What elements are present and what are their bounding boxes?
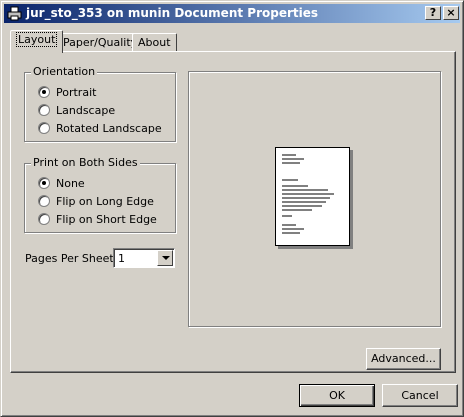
tab-about[interactable]: About <box>132 33 177 53</box>
radio-none-label: None <box>56 176 85 190</box>
radio-landscape-indicator[interactable] <box>38 104 50 116</box>
document-properties-window: jur_sto_353 on munin Document Properties… <box>0 0 464 417</box>
radio-none[interactable]: None <box>38 176 85 190</box>
printer-icon <box>7 6 22 21</box>
tab-paper-quality[interactable]: Paper/Quality <box>57 33 144 53</box>
radio-flip-long-edge-indicator[interactable] <box>38 195 50 207</box>
radio-flip-long-edge-label: Flip on Long Edge <box>56 194 154 208</box>
tab-layout[interactable]: Layout <box>10 30 64 53</box>
tab-about-label: About <box>138 36 171 49</box>
cancel-button[interactable]: Cancel <box>382 384 458 407</box>
tab-paper-quality-label: Paper/Quality <box>63 36 138 49</box>
close-button[interactable]: × <box>443 6 459 20</box>
radio-portrait-label: Portrait <box>56 85 97 99</box>
pages-per-sheet-value: 1 <box>118 252 125 265</box>
radio-landscape[interactable]: Landscape <box>38 103 115 117</box>
radio-landscape-label: Landscape <box>56 103 116 117</box>
radio-flip-short-edge[interactable]: Flip on Short Edge <box>38 212 157 226</box>
advanced-button[interactable]: Advanced... <box>366 348 441 370</box>
orientation-group: Orientation Portrait Landscape Rotated L… <box>24 65 176 142</box>
tab-layout-label: Layout <box>16 32 58 47</box>
radio-rotated-landscape[interactable]: Rotated Landscape <box>38 121 162 135</box>
radio-portrait-indicator[interactable] <box>38 86 50 98</box>
pages-per-sheet-select[interactable]: 1 <box>113 248 175 268</box>
title-bar[interactable]: jur_sto_353 on munin Document Properties… <box>4 4 460 23</box>
window-title: jur_sto_353 on munin Document Properties <box>26 6 319 20</box>
radio-portrait[interactable]: Portrait <box>38 85 96 99</box>
radio-flip-short-edge-label: Flip on Short Edge <box>56 212 157 226</box>
chevron-down-icon[interactable] <box>157 250 173 266</box>
radio-flip-long-edge[interactable]: Flip on Long Edge <box>38 194 154 208</box>
pages-per-sheet-label: Pages Per Sheet: <box>25 252 118 265</box>
help-button[interactable]: ? <box>425 6 441 20</box>
page-preview-icon <box>275 147 350 246</box>
radio-none-indicator[interactable] <box>38 177 50 189</box>
radio-rotated-landscape-label: Rotated Landscape <box>56 121 162 135</box>
print-on-both-sides-group-label: Print on Both Sides <box>31 156 140 169</box>
orientation-group-label: Orientation <box>31 65 98 78</box>
ok-button[interactable]: OK <box>299 384 375 407</box>
radio-rotated-landscape-indicator[interactable] <box>38 122 50 134</box>
layout-tab-panel: Orientation Portrait Landscape Rotated L… <box>10 51 456 373</box>
layout-preview <box>188 71 441 327</box>
radio-flip-short-edge-indicator[interactable] <box>38 213 50 225</box>
print-on-both-sides-group: Print on Both Sides None Flip on Long Ed… <box>24 156 176 233</box>
